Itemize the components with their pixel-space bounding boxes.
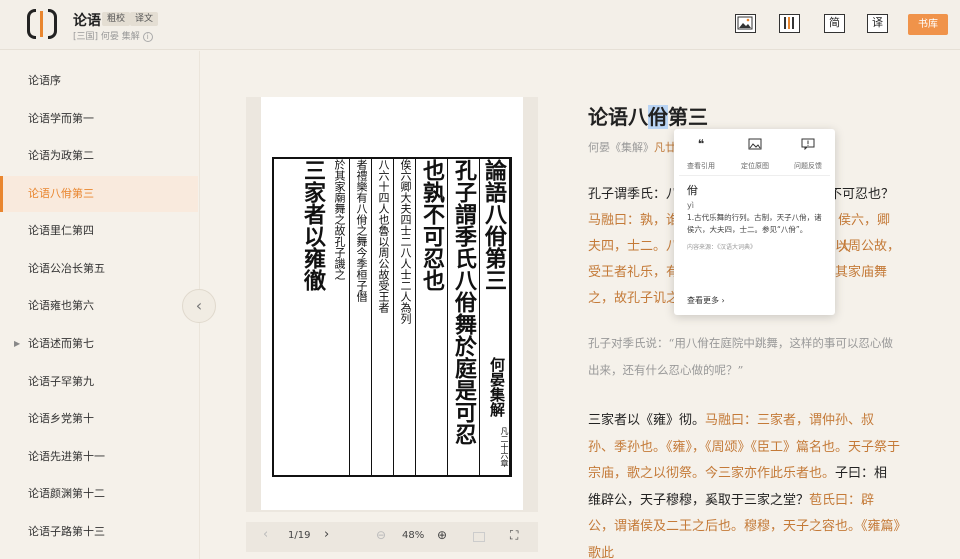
main-text: 孔子谓季氏：八 <box>588 187 680 202</box>
logo-bracket-left <box>27 9 36 39</box>
byline-source: 何晏《集解》 <box>588 141 654 154</box>
feedback-icon <box>801 138 815 151</box>
locate-image-button[interactable]: 定位原图 <box>728 129 782 173</box>
app-logo[interactable] <box>27 9 57 39</box>
action-label: 定位原图 <box>741 162 769 170</box>
landscape-icon <box>737 16 753 30</box>
scan-right-caption: 何晏集解 <box>488 357 506 417</box>
view-quote-button[interactable]: ❝ 查看引用 <box>674 129 728 173</box>
scan-column: 孔子謂季氏八佾舞於庭是可忍 <box>448 159 480 475</box>
sidebar-item-yongye[interactable]: 论语雍也第六 <box>0 288 198 324</box>
chevron-left-icon: ‹ <box>195 296 203 315</box>
parallel-view-button[interactable] <box>779 14 800 33</box>
scan-column: 三家者以雍徹 <box>300 159 326 291</box>
dict-definition: 1.古代乐舞的行列。古制，天子八佾，诸侯六，大夫四，士二。参见“八佾”。 <box>687 213 822 234</box>
zoom-in-icon[interactable]: ⊕ <box>437 528 447 542</box>
image-view-button[interactable] <box>735 14 756 33</box>
sidebar-item-xianjin[interactable]: 论语先进第十一 <box>0 439 198 475</box>
commentary-text: 马融曰：孰，谁 <box>588 213 680 228</box>
book-title: 论语 <box>73 13 101 29</box>
zoom-level: 48% <box>402 530 425 541</box>
sidebar-item-shuer[interactable]: ▶ 论语述而第七 <box>0 326 198 362</box>
simplified-button[interactable]: 简 <box>824 14 845 33</box>
chapter-sidebar: 论语序 论语学而第一 论语为政第二 论语八佾第三 论语里仁第四 论语公冶长第五 … <box>0 51 200 559</box>
scan-pager: ‹ 1/19 › ⊖ 48% ⊕ ⛶ <box>246 522 538 552</box>
sidebar-item-preface[interactable]: 论语序 <box>0 63 198 99</box>
translate-button[interactable]: 译 <box>867 14 888 33</box>
next-page-icon[interactable]: › <box>324 527 329 542</box>
chip-proofread: 粗校 <box>102 12 131 26</box>
page-indicator: 1/19 <box>288 530 311 541</box>
chip-translation: 译文 <box>130 12 159 26</box>
columns-icon <box>784 17 794 29</box>
image-icon <box>748 138 762 150</box>
main-text: 三家者以《雍》彻。 <box>588 413 706 428</box>
scan-column: 八六十四人也魯以周公故受王者 <box>372 159 394 475</box>
commentary-text: 以周公故， <box>835 239 901 254</box>
heading-selected-char[interactable]: 佾 <box>648 105 668 129</box>
translation-paragraph: 孔子对季氏说：“用八佾在庭院中跳舞，这样的事可以忍心做出来，还有什么忍心做的呢？… <box>588 336 893 377</box>
dictionary-card: 佾 yì 1.古代乐舞的行列。古制，天子八佾，诸侯六，大夫四，士二。参见“八佾”… <box>679 175 830 288</box>
scan-column: 俟六卿大夫四士二八人士二人為列 <box>394 159 416 475</box>
heading-text: 第三 <box>668 105 708 129</box>
sidebar-item-weizheng[interactable]: 论语为政第二 <box>0 138 198 174</box>
library-button[interactable]: 书库 <box>908 14 948 35</box>
scan-column: 者禮樂有八佾之舞今季桓子僭 <box>350 159 372 475</box>
view-more-link[interactable]: 查看更多 › <box>687 295 725 306</box>
commentary-text: 夫四，士二。八 <box>588 239 680 254</box>
scan-column: 也孰不可忍也 <box>416 159 448 475</box>
view-more-label: 查看更多 <box>687 296 719 305</box>
commentary-text: 受王者礼乐，有 <box>588 265 680 280</box>
action-label: 问题反馈 <box>794 162 822 170</box>
scan-text-frame: 論語八佾第三 孔子謂季氏八佾舞於庭是可忍 也孰不可忍也 俟六卿大夫四士二八人士二… <box>272 157 512 477</box>
scan-right-caption-small: 凡二十六章 <box>500 427 509 467</box>
byline-count: 凡廿 <box>654 141 676 154</box>
sidebar-item-gongyechang[interactable]: 论语公冶长第五 <box>0 251 198 287</box>
sidebar-item-label: 论语述而第七 <box>28 337 94 350</box>
heading-text: 论语八 <box>588 105 648 129</box>
scan-viewer[interactable]: 論語八佾第三 孔子謂季氏八佾舞於庭是可忍 也孰不可忍也 俟六卿大夫四士二八人士二… <box>246 97 538 512</box>
info-icon[interactable]: i <box>142 32 153 42</box>
sidebar-item-zilu[interactable]: 论语子路第十三 <box>0 514 198 550</box>
sidebar-item-bayi[interactable]: 论语八佾第三 <box>0 176 198 212</box>
logo-bar <box>40 11 43 37</box>
action-label: 查看引用 <box>687 162 715 170</box>
sidebar-item-xiangdang[interactable]: 论语乡党第十 <box>0 401 198 437</box>
feedback-button[interactable]: 问题反馈 <box>781 129 835 173</box>
app-header: 论语 粗校 译文 [三国] 何晏 集解 i 简 译 书库 <box>0 0 960 50</box>
chapter-heading: 论语八佾第三 <box>588 101 708 130</box>
sidebar-item-xueer[interactable]: 论语学而第一 <box>0 101 198 137</box>
quote-icon: ❝ <box>697 137 705 151</box>
dict-source: 内容来源：《汉语大词典》 <box>687 244 757 251</box>
sidebar-item-liren[interactable]: 论语里仁第四 <box>0 213 198 249</box>
sidebar-item-yanyuan[interactable]: 论语颜渊第十二 <box>0 476 198 512</box>
character-popup: ❝ 查看引用 定位原图 问题反馈 佾 yì 1.古代乐舞的行列。古制，天子八佾，… <box>674 129 835 315</box>
main-text: 不可忍也？ <box>829 187 895 202</box>
author-text: [三国] 何晏 集解 <box>73 32 140 42</box>
dict-word: 佾 <box>687 184 698 197</box>
zoom-out-icon[interactable]: ⊖ <box>376 528 386 542</box>
book-author: [三国] 何晏 集解 i <box>73 29 153 42</box>
prev-page-icon[interactable]: ‹ <box>263 527 268 542</box>
chapter-byline: 何晏《集解》凡廿 <box>588 139 676 155</box>
chevron-right-icon: › <box>721 296 725 305</box>
sidebar-item-zihan[interactable]: 论语子罕第九 <box>0 364 198 400</box>
collapse-sidebar-button[interactable]: ‹ <box>182 289 216 323</box>
logo-bracket-right <box>48 9 57 39</box>
expand-caret-icon[interactable]: ▶ <box>14 326 20 362</box>
scan-page: 論語八佾第三 孔子謂季氏八佾舞於庭是可忍 也孰不可忍也 俟六卿大夫四士二八人士二… <box>261 97 523 510</box>
scan-column: 於其家廟舞之故孔子譏之 <box>328 159 350 475</box>
fit-width-icon[interactable] <box>473 532 485 542</box>
fullscreen-icon[interactable]: ⛶ <box>510 528 518 543</box>
text-paragraph-2: 三家者以《雍》彻。马融曰：三家者，谓仲孙、叔孙、季孙也。《雍》，《周颂》《臣工》… <box>588 408 900 559</box>
dict-pinyin: yì <box>687 201 694 210</box>
